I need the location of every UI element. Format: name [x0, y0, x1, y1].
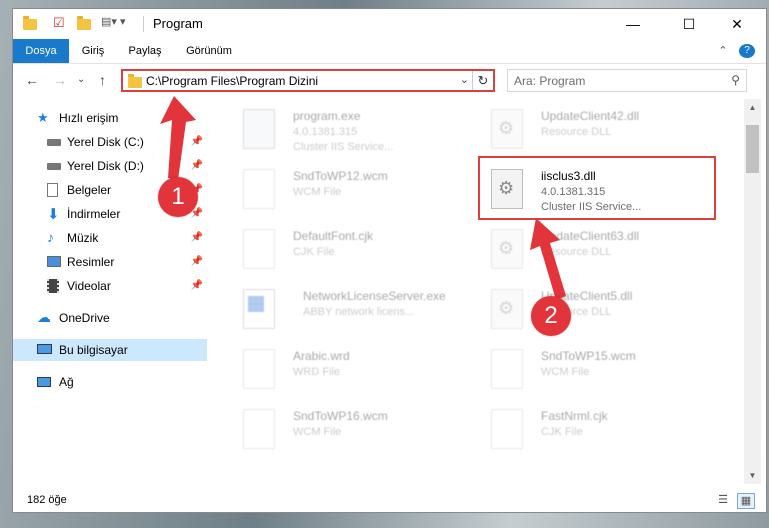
step-badge-2: 2	[531, 296, 571, 336]
arrow-2	[530, 218, 566, 300]
annotation-arrows	[160, 96, 566, 300]
arrow-1	[160, 96, 196, 180]
step-badge-1: 1	[158, 177, 198, 217]
